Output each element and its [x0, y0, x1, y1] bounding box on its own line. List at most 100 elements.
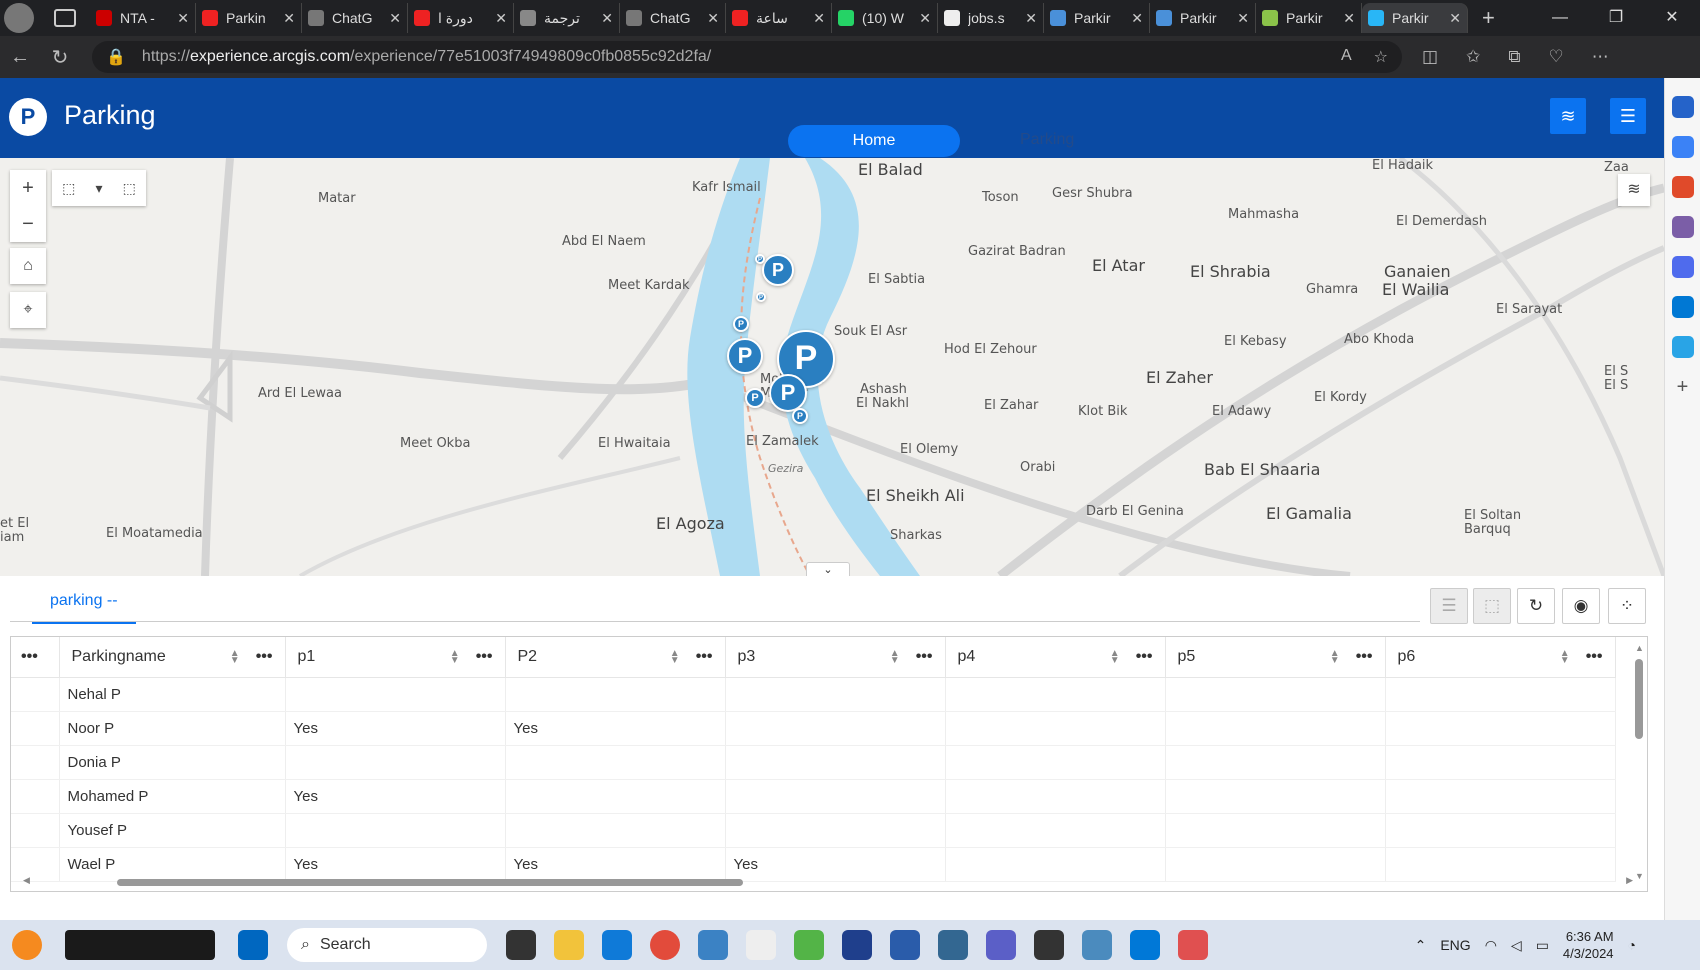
vertical-scrollbar[interactable]: ▲ ▼ — [1635, 643, 1644, 883]
horizontal-scrollbar[interactable]: ◀ ▶ — [23, 875, 1633, 887]
performance-icon[interactable]: ♡ — [1548, 47, 1563, 67]
close-tab-icon[interactable]: ✕ — [495, 10, 507, 27]
more-menu-icon[interactable]: ⋯ — [1592, 47, 1609, 67]
sort-icon[interactable]: ▲ ▼ — [230, 648, 240, 665]
parking-pin[interactable]: P — [792, 408, 808, 424]
zoom-in-icon[interactable]: + — [10, 170, 46, 206]
column-menu-icon[interactable]: ••• — [916, 648, 933, 666]
chevron-up-icon[interactable]: ⌃ — [1415, 937, 1427, 954]
row-select-cell[interactable] — [11, 745, 60, 780]
read-aloud-icon[interactable]: A — [1341, 47, 1352, 67]
favorites-icon[interactable]: ✩ — [1466, 47, 1480, 67]
language-indicator[interactable]: ENG — [1440, 937, 1470, 953]
close-tab-icon[interactable]: ✕ — [283, 10, 295, 27]
refresh-table-icon[interactable]: ↻ — [1517, 588, 1555, 624]
back-icon[interactable]: ← — [0, 46, 40, 69]
browser-tab[interactable]: Parkin ✕ — [196, 3, 302, 33]
snipping-toolbar[interactable] — [65, 930, 215, 960]
browser-tab[interactable]: Parkir ✕ — [1362, 3, 1468, 33]
tab-parking-layer[interactable]: parking -- — [32, 592, 136, 624]
chrome-icon[interactable] — [650, 930, 680, 960]
parking-pin[interactable]: P — [762, 254, 794, 286]
column-menu-icon[interactable]: ••• — [1136, 648, 1153, 666]
column-header[interactable]: p3 ▲ ▼ ••• — [725, 637, 946, 678]
list-toggle-icon[interactable]: ☰ — [1610, 98, 1646, 134]
sort-icon[interactable]: ▲ ▼ — [1110, 648, 1120, 665]
column-menu-icon[interactable]: ••• — [696, 648, 713, 666]
tab-parking[interactable]: Parking — [1020, 131, 1074, 149]
tools-icon[interactable] — [1671, 176, 1694, 198]
more-options-grid-icon[interactable]: ⁘ — [1608, 588, 1646, 624]
browser-tab[interactable]: ChatG ✕ — [302, 3, 408, 33]
file-explorer-icon[interactable] — [554, 930, 584, 960]
close-window-icon[interactable]: ✕ — [1644, 0, 1700, 36]
start-icon[interactable] — [238, 930, 268, 960]
app-icon[interactable] — [698, 930, 728, 960]
volume-icon[interactable]: ◁ — [1511, 937, 1522, 954]
notepad-icon[interactable] — [746, 930, 776, 960]
edge-icon[interactable] — [602, 930, 632, 960]
new-tab-button[interactable]: + — [1482, 5, 1495, 31]
browser-tab[interactable]: Parkir ✕ — [1044, 3, 1150, 33]
zoom-out-icon[interactable]: − — [10, 206, 46, 242]
browser-tab[interactable]: jobs.s ✕ — [938, 3, 1044, 33]
table-row[interactable]: Wael P Yes Yes Yes — [11, 847, 1616, 882]
tab-home[interactable]: Home — [788, 125, 960, 157]
close-tab-icon[interactable]: ✕ — [813, 10, 825, 27]
column-header[interactable]: p1 ▲ ▼ ••• — [285, 637, 506, 678]
row-select-cell[interactable] — [11, 779, 60, 814]
postgres-icon[interactable] — [938, 930, 968, 960]
minimize-icon[interactable]: — — [1532, 0, 1588, 36]
search-sidebar-icon[interactable] — [1671, 96, 1694, 118]
close-tab-icon[interactable]: ✕ — [1237, 10, 1249, 27]
row-select-cell[interactable] — [11, 711, 60, 746]
parking-pin[interactable]: P — [745, 388, 765, 408]
show-hide-columns-icon[interactable]: ◉ — [1562, 588, 1600, 624]
column-menu-icon[interactable]: ••• — [476, 648, 493, 666]
teams-icon[interactable] — [986, 930, 1016, 960]
app-tool-icon[interactable] — [1178, 930, 1208, 960]
parking-pin[interactable]: P — [769, 374, 807, 412]
close-tab-icon[interactable]: ✕ — [919, 10, 931, 27]
games-icon[interactable] — [1671, 216, 1694, 238]
browser-tab[interactable]: Parkir ✕ — [1256, 3, 1362, 33]
favorite-star-icon[interactable]: ☆ — [1374, 47, 1388, 67]
close-tab-icon[interactable]: ✕ — [1025, 10, 1037, 27]
column-header[interactable]: p4 ▲ ▼ ••• — [945, 637, 1166, 678]
table-row[interactable]: Noor P Yes Yes — [11, 711, 1616, 746]
url-field[interactable]: 🔒 https://experience.arcgis.com/experien… — [92, 41, 1402, 73]
table-row[interactable]: Donia P — [11, 745, 1616, 780]
split-screen-icon[interactable]: ◫ — [1422, 47, 1438, 67]
taskbar-search[interactable]: ⌕ Search — [287, 928, 487, 962]
close-tab-icon[interactable]: ✕ — [1343, 10, 1355, 27]
row-menu-header[interactable]: ••• — [11, 637, 60, 678]
browser-tab[interactable]: دورة ا ✕ — [408, 3, 514, 33]
row-select-cell[interactable] — [11, 813, 60, 848]
outlook-icon[interactable] — [1671, 296, 1694, 318]
parking-pin[interactable]: P — [727, 338, 763, 374]
table-row[interactable]: Nehal P — [11, 677, 1616, 712]
column-menu-icon[interactable]: ••• — [1586, 648, 1603, 666]
widgets-icon[interactable] — [12, 930, 42, 960]
table-row[interactable]: Mohamed P Yes — [11, 779, 1616, 814]
close-tab-icon[interactable]: ✕ — [1131, 10, 1143, 27]
my-location-icon[interactable]: ⌖ — [10, 292, 46, 328]
browser-tab[interactable]: ساعة ✕ — [726, 3, 832, 33]
sort-icon[interactable]: ▲ ▼ — [890, 648, 900, 665]
show-selection-icon[interactable]: ☰ — [1430, 588, 1468, 624]
parking-pin[interactable]: P — [733, 316, 749, 332]
clear-selection-icon[interactable]: ⬚ — [123, 180, 136, 197]
layers-toggle-icon[interactable]: ≋ — [1550, 98, 1586, 134]
sort-icon[interactable]: ▲ ▼ — [1560, 648, 1570, 665]
column-menu-icon[interactable]: ••• — [1356, 648, 1373, 666]
copilot-icon[interactable] — [1671, 256, 1694, 278]
wifi-icon[interactable]: ◠ — [1485, 937, 1497, 954]
browser-tab[interactable]: ترجمة ✕ — [514, 3, 620, 33]
browser-tab[interactable]: ChatG ✕ — [620, 3, 726, 33]
column-header[interactable]: p5 ▲ ▼ ••• — [1165, 637, 1386, 678]
browser-tab[interactable]: NTA - ✕ — [90, 3, 196, 33]
qgis-icon[interactable] — [794, 930, 824, 960]
select-lasso-icon[interactable]: ⬚ — [62, 180, 75, 197]
sort-icon[interactable]: ▲ ▼ — [450, 648, 460, 665]
send-icon[interactable] — [1671, 336, 1694, 358]
